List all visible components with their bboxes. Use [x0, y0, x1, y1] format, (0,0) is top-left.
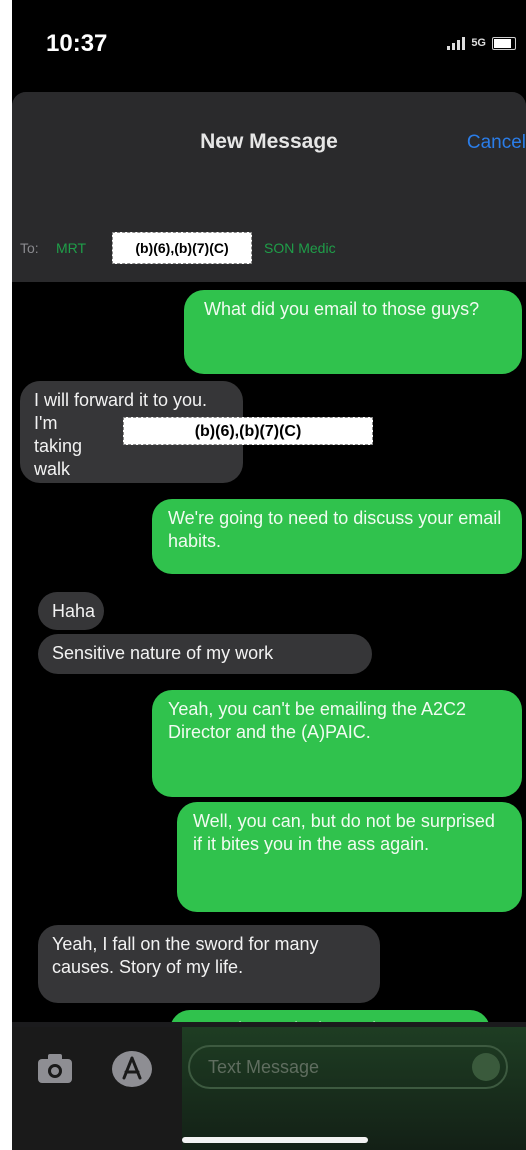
recipient-name-suffix[interactable]: SON Medic	[264, 240, 336, 256]
composer-bar	[12, 1027, 526, 1150]
received-message-bubble[interactable]: Sensitive nature of my work	[38, 634, 372, 674]
signal-icon	[447, 36, 466, 50]
message-line: walk	[34, 459, 71, 479]
page-title: New Message	[200, 130, 338, 153]
phone-screen: 10:37 5G New Message Cancel To: MRT (b)(…	[12, 0, 526, 1150]
cancel-button[interactable]: Cancel	[467, 132, 526, 154]
home-indicator[interactable]	[182, 1137, 368, 1143]
status-time: 10:37	[46, 30, 108, 57]
app-store-icon[interactable]	[110, 1049, 154, 1089]
redaction-box: (b)(6),(b)(7)(C)	[112, 232, 252, 264]
network-label: 5G	[471, 37, 486, 49]
received-message-bubble[interactable]: Yeah, I fall on the sword for many cause…	[38, 925, 380, 1003]
camera-icon[interactable]	[36, 1051, 74, 1087]
compose-sheet: New Message Cancel To: MRT (b)(6),(b)(7)…	[12, 92, 526, 1150]
to-label: To:	[20, 240, 39, 256]
redaction-box: (b)(6),(b)(7)(C)	[123, 417, 373, 445]
nav-bar: New Message Cancel	[12, 92, 526, 196]
battery-icon	[492, 36, 516, 50]
status-indicators: 5G	[447, 36, 516, 50]
sent-message-bubble[interactable]: We're going to need to discuss your emai…	[152, 499, 522, 574]
received-message-bubble[interactable]: Haha	[38, 592, 104, 630]
sent-message-bubble[interactable]: So to that end, please do not	[170, 1010, 490, 1022]
message-input[interactable]	[188, 1045, 508, 1089]
message-thread[interactable]: What did you email to those guys? I will…	[12, 282, 526, 1022]
received-message-bubble[interactable]: I will forward it to you. I'm taking wal…	[20, 381, 373, 483]
status-bar: 10:37 5G	[12, 0, 526, 90]
sent-message-bubble[interactable]: Yeah, you can't be emailing the A2C2 Dir…	[152, 690, 522, 797]
sent-message-bubble[interactable]: Well, you can, but do not be surprised i…	[177, 802, 522, 912]
microphone-icon[interactable]	[472, 1053, 500, 1081]
recipient-name-prefix[interactable]: MRT	[56, 240, 86, 256]
recipient-field[interactable]: To: MRT (b)(6),(b)(7)(C) SON Medic	[12, 196, 526, 283]
sent-message-bubble[interactable]: What did you email to those guys?	[184, 290, 522, 374]
